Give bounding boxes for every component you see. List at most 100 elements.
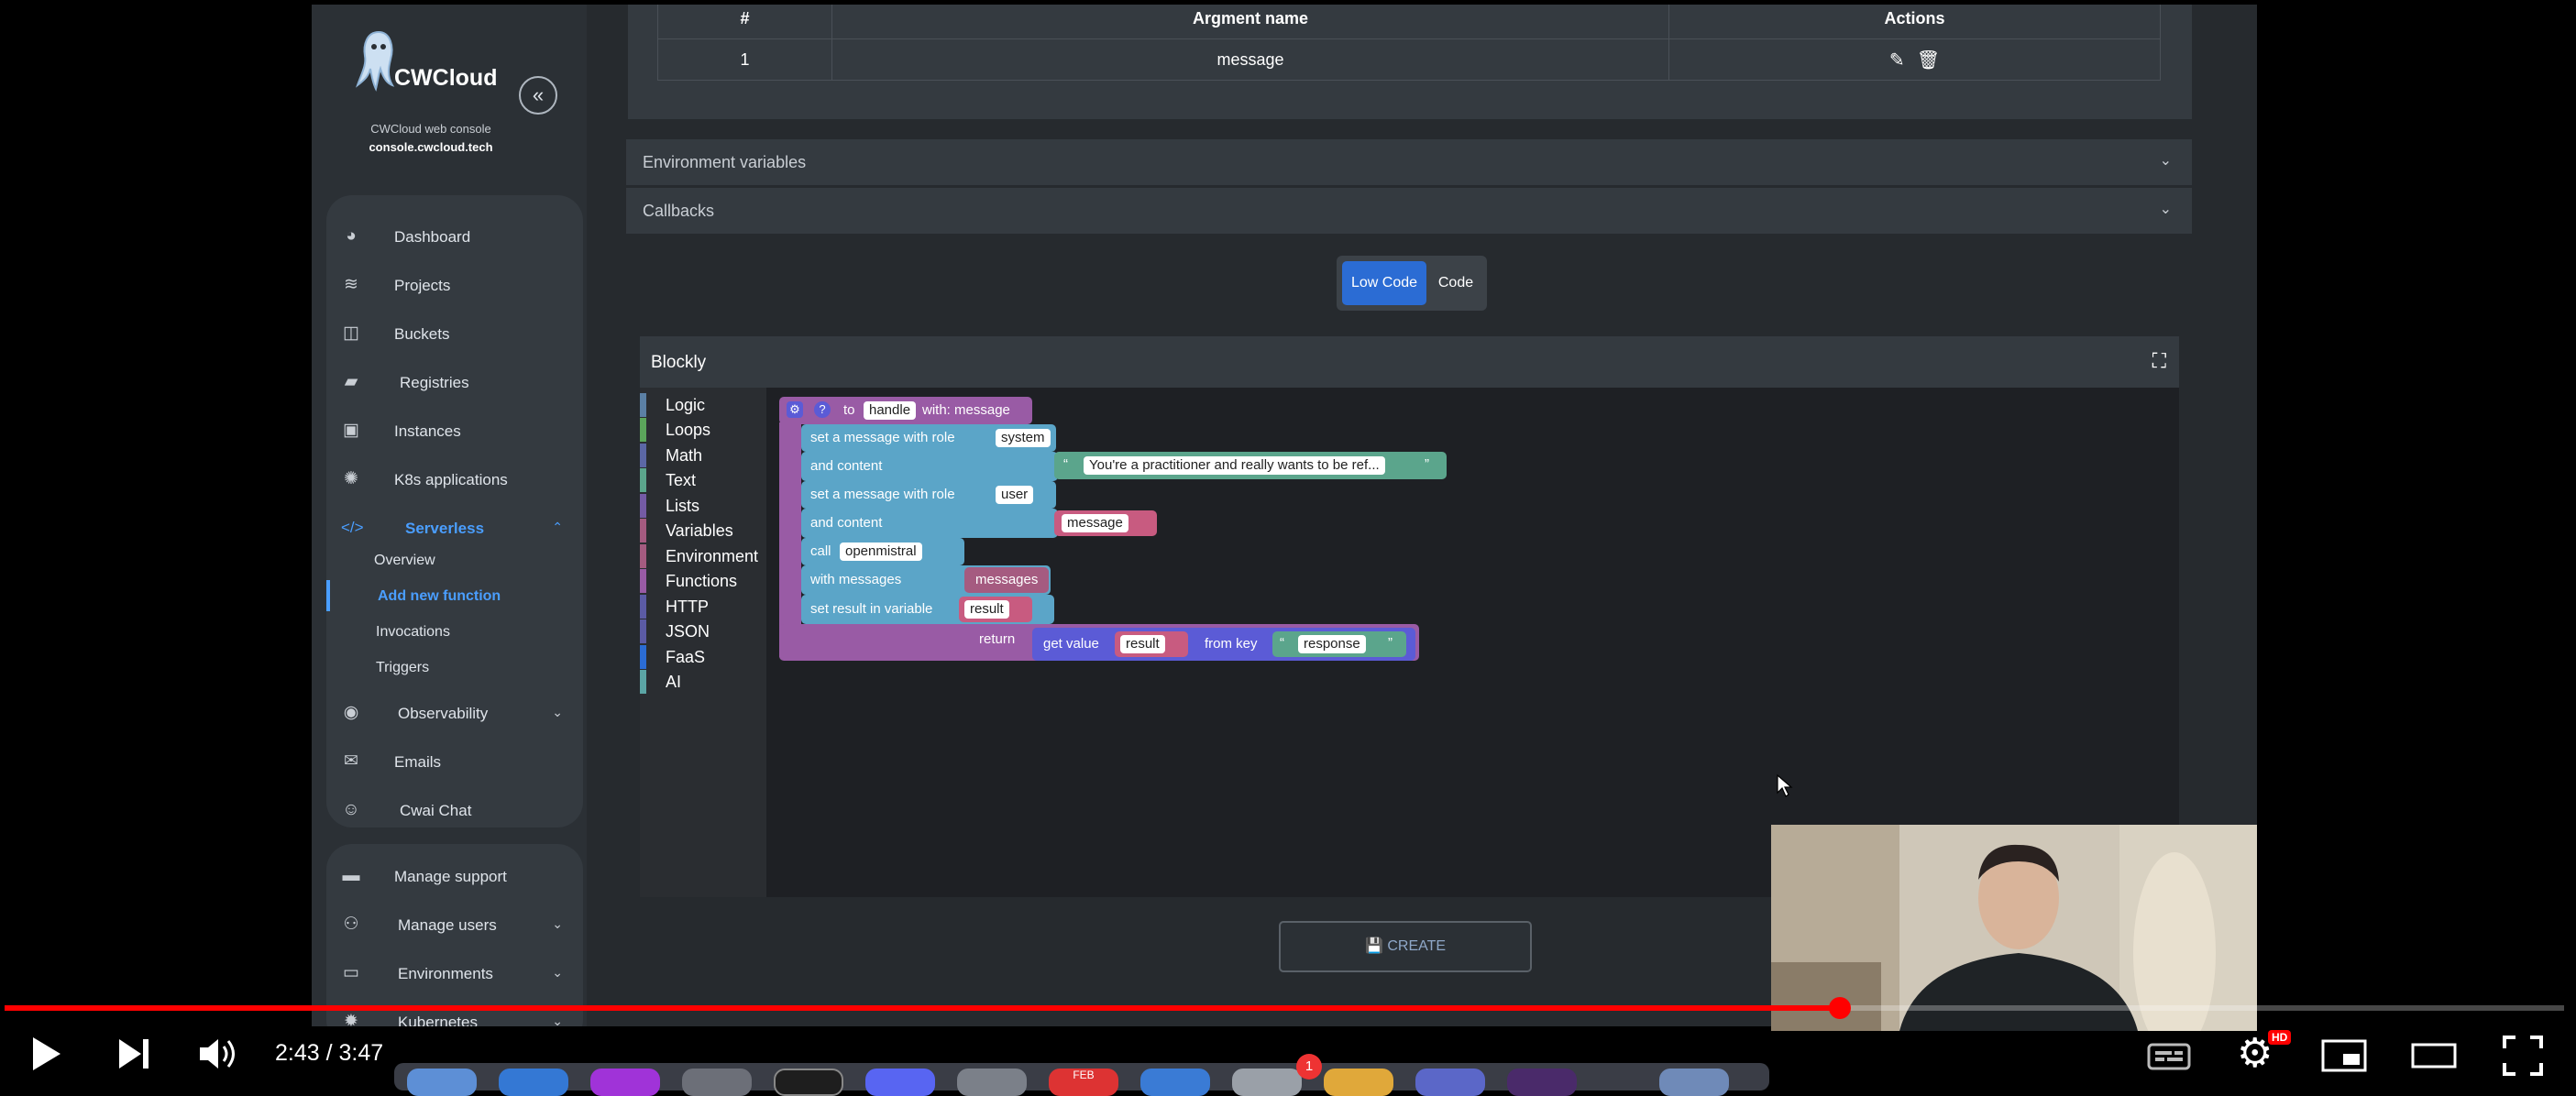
arg-number: 1 <box>657 38 832 81</box>
blockly-title: Blockly <box>651 353 707 372</box>
intellij-icon[interactable] <box>590 1069 660 1096</box>
video-time: 2:43 / 3:47 <box>275 1040 384 1066</box>
key-text-block[interactable]: “ response ” <box>1272 631 1406 657</box>
terminal-icon[interactable] <box>774 1069 843 1096</box>
sidebar-item-cwai-chat[interactable]: ☺ Cwai Chat <box>326 789 583 833</box>
logo-text: CWCloud <box>394 65 498 91</box>
mode-toggle: Low Code Code <box>1337 256 1487 311</box>
accordion-callbacks[interactable]: Callbacks ⌄ <box>626 188 2192 234</box>
macos-dock: FEB <box>394 1063 1769 1096</box>
play-icon[interactable] <box>29 1034 64 1074</box>
code-icon: </> <box>341 519 364 536</box>
chip-icon: ▣ <box>343 421 359 440</box>
role-dropdown[interactable]: system <box>996 429 1051 447</box>
set-result-variable-row: set result in variable result <box>801 595 1054 624</box>
function-def-block[interactable]: ⚙ ? to handle with: message <box>779 397 1032 424</box>
teams-icon[interactable] <box>1415 1069 1485 1096</box>
sidebar-item-k8s-applications[interactable]: ✺ K8s applications <box>326 458 583 502</box>
sidebar-sub-add-new-function[interactable]: Add new function <box>378 588 501 605</box>
miniplayer-icon[interactable] <box>2321 1039 2367 1072</box>
sidebar: CWCloud « CWCloud web console console.cw… <box>312 5 587 1026</box>
variable-dropdown[interactable]: message <box>1062 514 1128 532</box>
volume-icon[interactable] <box>198 1036 240 1072</box>
and-content-row: and content <box>801 452 1058 481</box>
variable-dropdown[interactable]: result <box>964 600 1009 619</box>
call-llm-block[interactable]: call openmistral <box>801 538 964 565</box>
app-icon[interactable] <box>682 1069 752 1096</box>
sidebar-item-projects[interactable]: ≋ Projects <box>326 264 583 308</box>
text-literal-block[interactable]: “ You're a practitioner and really wants… <box>1054 452 1447 479</box>
variable-messages-block[interactable]: messages <box>964 567 1049 593</box>
sidebar-item-serverless[interactable]: </> Serverless ⌃ <box>326 507 583 551</box>
delete-trash-icon[interactable]: 🗑 <box>1917 50 1940 71</box>
collapse-sidebar-button[interactable]: « <box>519 76 557 115</box>
system-prompt-field[interactable]: You're a practitioner and really wants t… <box>1084 456 1385 475</box>
result-variable-block[interactable]: result <box>1115 631 1188 657</box>
sidebar-item-registries[interactable]: ▰ Registries <box>326 361 583 405</box>
discord-icon[interactable] <box>865 1069 935 1096</box>
sidebar-item-instances[interactable]: ▣ Instances <box>326 410 583 454</box>
json-get-value-block[interactable]: get value result from key “ response ” <box>1032 628 1415 661</box>
sidebar-item-buckets[interactable]: ◫ Buckets <box>326 312 583 356</box>
with-messages-row: with messages messages <box>801 565 1051 595</box>
logo-area: CWCloud « CWCloud web console console.cw… <box>312 5 587 188</box>
role-dropdown[interactable]: user <box>996 486 1034 504</box>
create-button[interactable]: 💾 CREATE <box>1279 921 1532 972</box>
model-dropdown[interactable]: openmistral <box>840 543 922 561</box>
layers-icon: ≋ <box>344 275 358 294</box>
calendar-icon[interactable]: FEB <box>1049 1069 1118 1096</box>
col-header-number: # <box>657 5 832 39</box>
admin-nav: ▬ Manage support ⚇ Manage users ⌄ ▭ Environm… <box>326 844 583 1026</box>
sidebar-item-manage-users[interactable]: ⚇ Manage users ⌄ <box>326 904 583 948</box>
app-icon[interactable] <box>1324 1069 1393 1096</box>
audio-app-icon[interactable] <box>1507 1069 1577 1096</box>
console-subtitle: CWCloud web console <box>370 122 491 136</box>
sidebar-item-environments[interactable]: ▭ Environments ⌄ <box>326 952 583 996</box>
app-icon[interactable] <box>1232 1069 1302 1096</box>
folder-icon[interactable] <box>1659 1069 1729 1096</box>
kubernetes-icon: ✹ <box>344 1012 358 1026</box>
blockly-header: Blockly ⛶ <box>640 336 2179 388</box>
subtitles-icon[interactable] <box>2147 1043 2191 1070</box>
set-message-system-block[interactable]: set a message with role system <box>801 424 1056 452</box>
blockly-workspace[interactable]: Logic Loops Math Text Lists Variables En… <box>640 388 2179 897</box>
result-variable-block[interactable]: result <box>959 597 1032 622</box>
sidebar-item-manage-support[interactable]: ▬ Manage support <box>326 855 583 899</box>
and-content-row: and content <box>801 509 1058 538</box>
progress-scrubber[interactable] <box>1829 997 1851 1019</box>
help-icon[interactable]: ? <box>814 401 831 418</box>
key-field[interactable]: response <box>1298 635 1366 653</box>
helm-icon: ✺ <box>344 469 358 488</box>
function-name-field[interactable]: handle <box>864 401 917 420</box>
gear-icon[interactable]: ⚙ <box>787 401 803 418</box>
code-button[interactable]: Code <box>1432 261 1480 305</box>
slack-icon[interactable] <box>957 1069 1027 1096</box>
fullscreen-icon[interactable]: ⛶ <box>2152 349 2166 373</box>
sidebar-item-observability[interactable]: ◉ Observability ⌄ <box>326 692 583 736</box>
variable-message-block[interactable]: message <box>1054 510 1157 536</box>
app-icon[interactable] <box>1140 1069 1210 1096</box>
accordion-environment-variables[interactable]: Environment variables ⌄ <box>626 139 2192 185</box>
edit-pencil-icon[interactable]: ✎ <box>1889 50 1905 71</box>
fullscreen-icon[interactable] <box>2503 1036 2543 1076</box>
theater-mode-icon[interactable] <box>2411 1043 2457 1069</box>
chevron-down-icon: ⌄ <box>552 916 563 931</box>
sidebar-sub-overview[interactable]: Overview <box>374 553 435 569</box>
next-icon[interactable] <box>116 1036 152 1072</box>
vscode-icon[interactable] <box>499 1069 568 1096</box>
low-code-button[interactable]: Low Code <box>1342 261 1426 305</box>
notification-badge: 1 <box>1296 1054 1322 1080</box>
sidebar-item-dashboard[interactable]: ◕ Dashboard <box>326 215 583 259</box>
sidebar-item-emails[interactable]: ✉ Emails <box>326 740 583 784</box>
users-icon: ⚇ <box>343 915 359 934</box>
variable-dropdown[interactable]: result <box>1120 635 1165 653</box>
eye-icon: ◉ <box>343 703 359 722</box>
arg-name: message <box>831 38 1669 81</box>
chevron-down-icon: ⌄ <box>2159 153 2172 169</box>
finder-icon[interactable] <box>407 1069 477 1096</box>
sidebar-sub-invocations[interactable]: Invocations <box>376 624 450 641</box>
sidebar-sub-triggers[interactable]: Triggers <box>376 660 429 676</box>
set-message-user-block[interactable]: set a message with role user <box>801 481 1056 509</box>
progress-played <box>5 1005 1840 1011</box>
docker-icon: ▰ <box>344 372 358 391</box>
